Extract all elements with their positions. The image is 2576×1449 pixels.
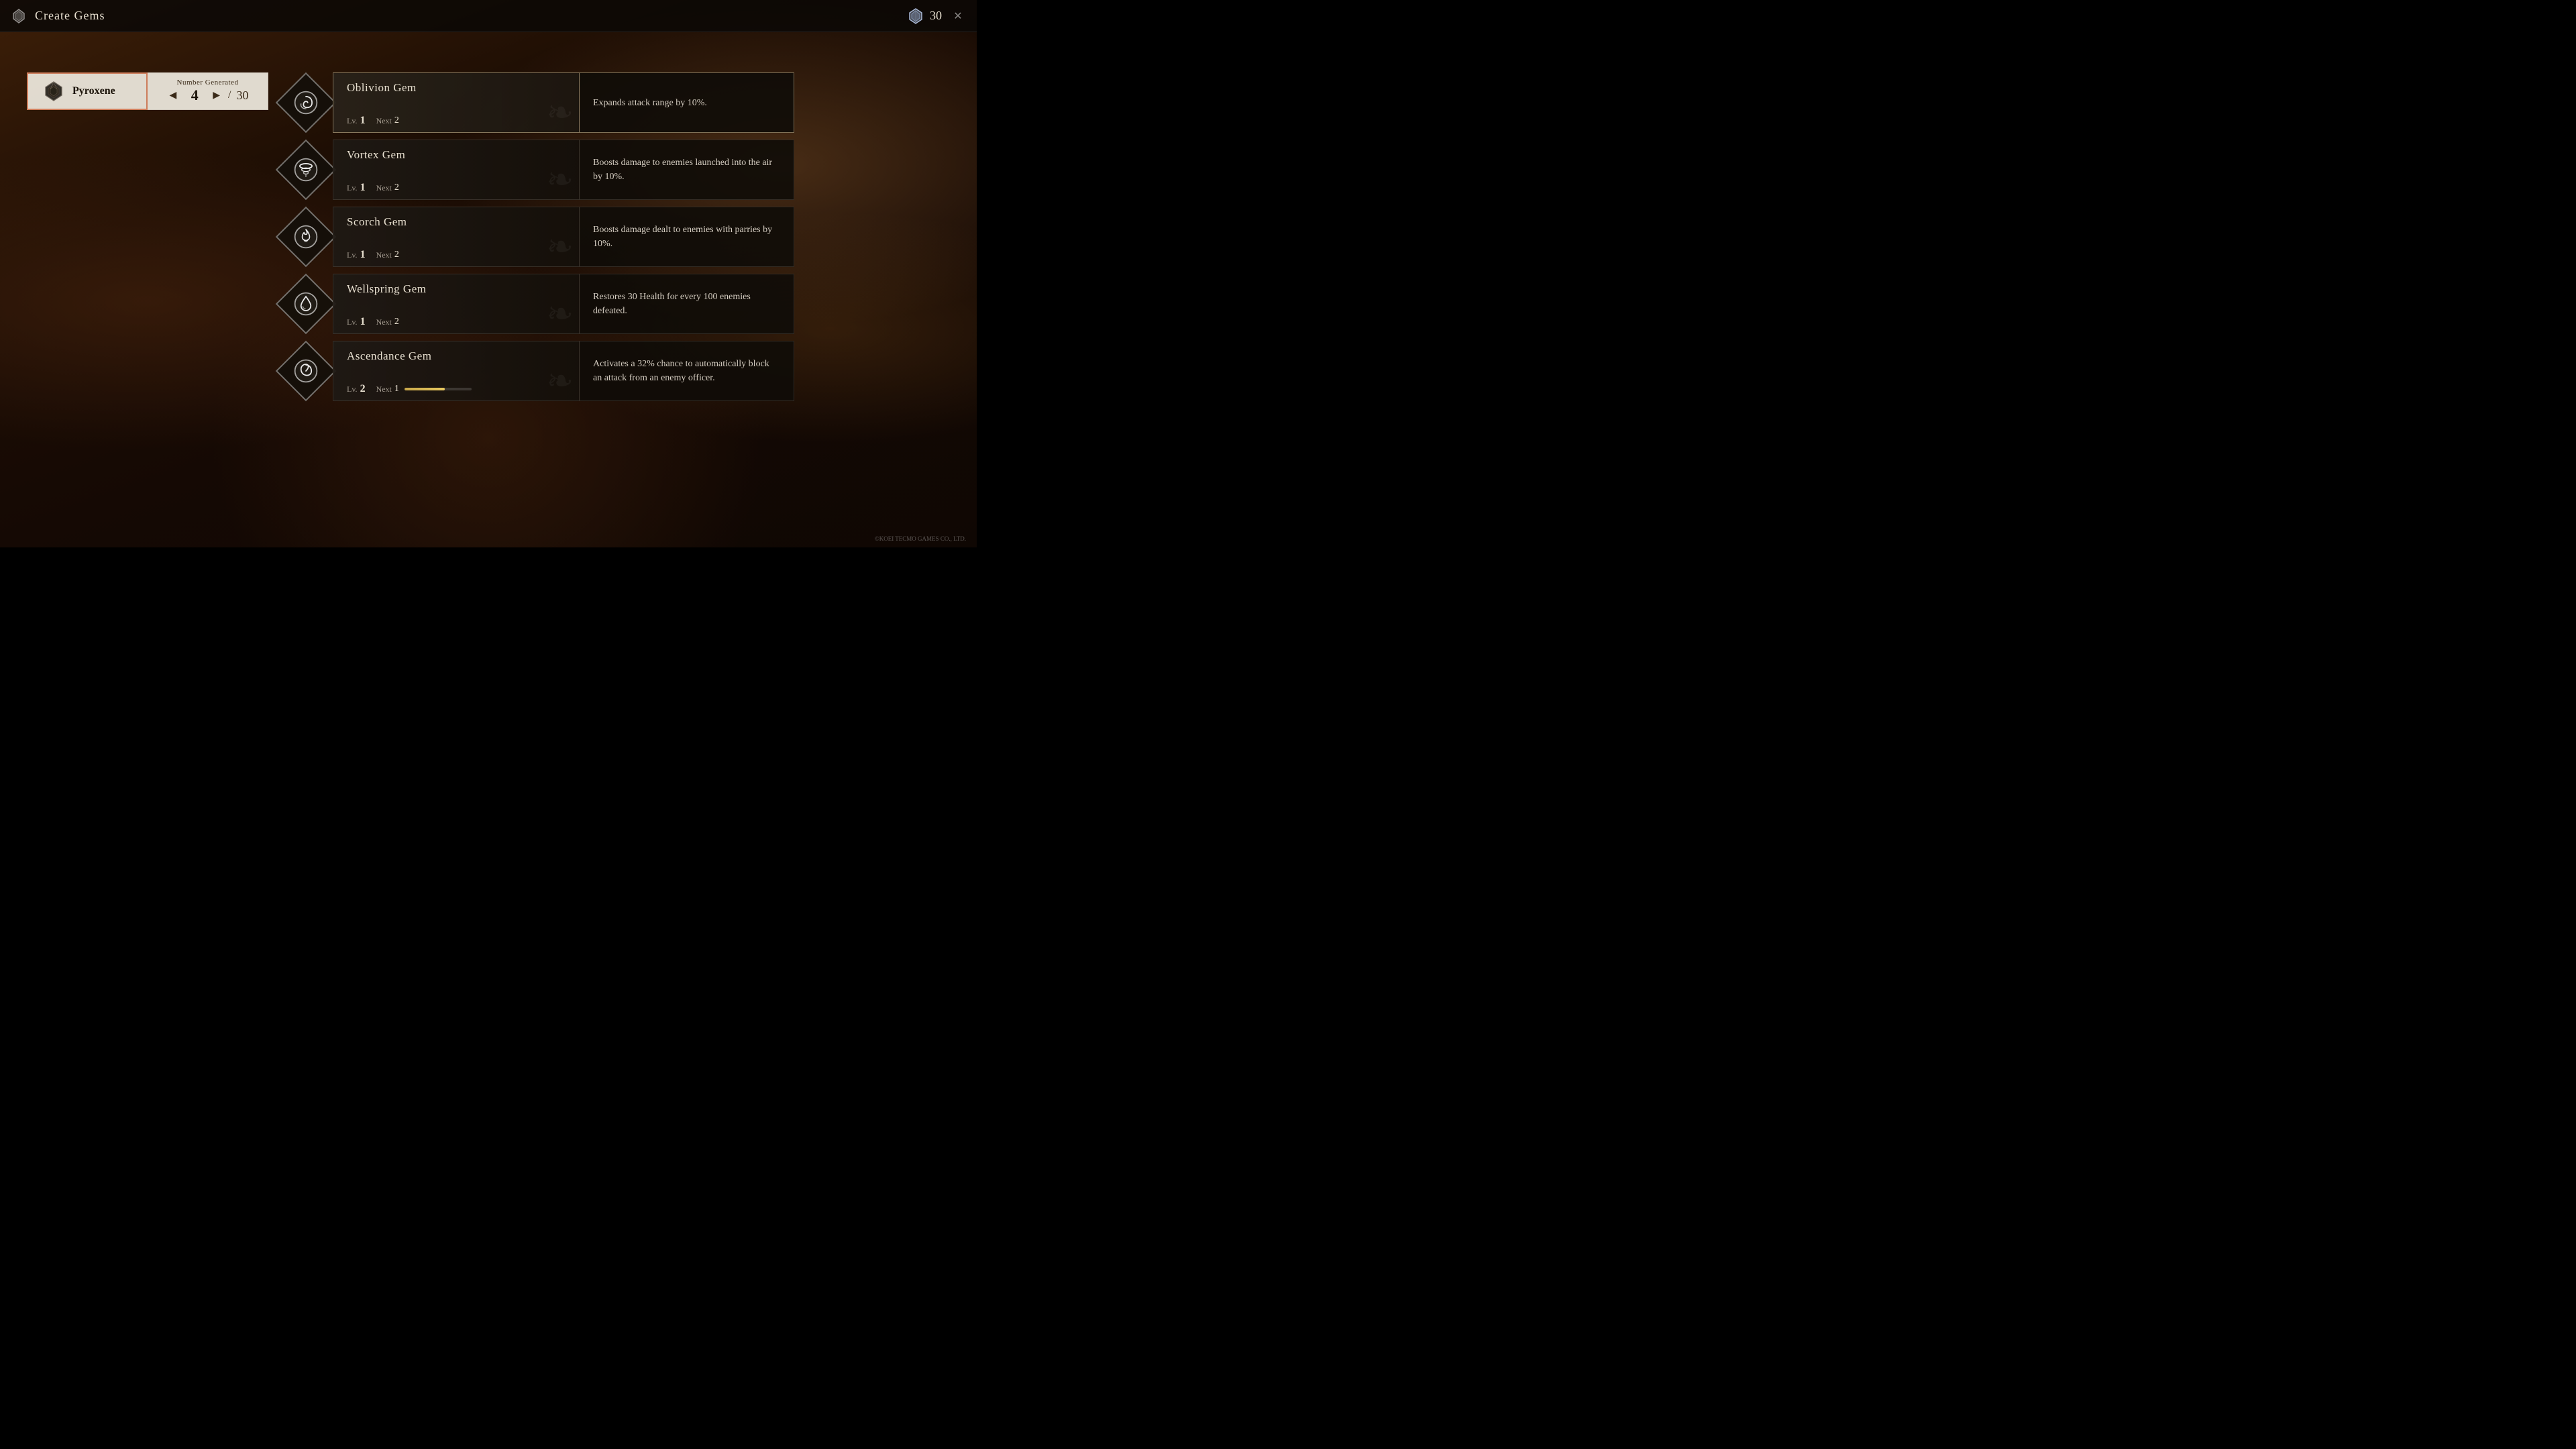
gem-description-0: Expands attack range by 10%. <box>593 96 707 110</box>
gem-progress-fill-4 <box>405 388 445 390</box>
gem-next-val-4: 1 <box>394 384 399 394</box>
topbar-right: 30 ✕ <box>907 7 966 25</box>
gem-level-label-3: Lv. <box>347 317 358 327</box>
gem-next-label-4: Next <box>376 384 392 394</box>
page-title: Create Gems <box>35 9 105 23</box>
gem-type-box[interactable]: Pyroxene <box>27 72 148 110</box>
gem-main-panel-3: Wellspring Gem Lv. 1 Next 2 ❧ <box>333 274 580 334</box>
gem-next-val-0: 2 <box>394 115 399 126</box>
gem-level-val-0: 1 <box>360 115 366 127</box>
gem-level-val-2: 1 <box>360 249 366 261</box>
gem-level-label-4: Lv. <box>347 384 358 394</box>
number-controls: ◀ 4 ▶ / 30 <box>166 87 248 104</box>
currency-value: 30 <box>930 9 942 23</box>
gem-description-2: Boosts damage dealt to enemies with parr… <box>593 223 780 251</box>
copyright: ©KOEI TECMO GAMES CO., LTD. <box>875 535 966 542</box>
gem-level-label-1: Lv. <box>347 183 358 193</box>
gem-desc-panel-2: Boosts damage dealt to enemies with parr… <box>580 207 794 267</box>
close-button[interactable]: ✕ <box>950 8 966 24</box>
topbar-gem-icon <box>11 8 27 24</box>
gem-main-panel-0: Oblivion Gem Lv. 1 Next 2 ❧ <box>333 72 580 133</box>
gem-row[interactable]: Wellspring Gem Lv. 1 Next 2 ❧ Restores 3… <box>284 274 794 334</box>
gem-name-4: Ascendance Gem <box>347 350 566 363</box>
gem-row[interactable]: Oblivion Gem Lv. 1 Next 2 ❧ Expands atta… <box>284 72 794 133</box>
gem-description-4: Activates a 32% chance to automatically … <box>593 357 780 385</box>
pyroxene-icon <box>42 80 66 102</box>
gem-row[interactable]: Vortex Gem Lv. 1 Next 2 ❧ Boosts damage … <box>284 140 794 200</box>
increment-button[interactable]: ▶ <box>210 89 223 103</box>
gem-level-label-0: Lv. <box>347 116 358 126</box>
gem-level-val-1: 1 <box>360 182 366 194</box>
gem-icon-diamond-4 <box>279 344 333 398</box>
gem-next-label-1: Next <box>376 183 392 193</box>
gem-footer-1: Lv. 1 Next 2 <box>347 182 566 194</box>
gem-next-label-2: Next <box>376 250 392 260</box>
gem-icon-diamond-1 <box>279 143 333 197</box>
topbar: Create Gems 30 ✕ <box>0 0 977 32</box>
gem-name-2: Scorch Gem <box>347 215 566 229</box>
gem-icon-inner <box>292 89 319 116</box>
gem-level-val-4: 2 <box>360 383 366 395</box>
left-panel: Pyroxene Number Generated ◀ 4 ▶ / 30 <box>27 72 268 110</box>
gem-name-1: Vortex Gem <box>347 148 566 162</box>
gem-footer-0: Lv. 1 Next 2 <box>347 115 566 127</box>
gem-main-panel-1: Vortex Gem Lv. 1 Next 2 ❧ <box>333 140 580 200</box>
number-generated-box: Number Generated ◀ 4 ▶ / 30 <box>148 72 268 110</box>
gem-desc-panel-0: Expands attack range by 10%. <box>580 72 794 133</box>
gem-next-val-2: 2 <box>394 250 399 260</box>
gem-row[interactable]: Ascendance Gem Lv. 2 Next 1 ❧ Activates … <box>284 341 794 401</box>
number-generated-label: Number Generated <box>177 78 239 87</box>
gem-desc-panel-3: Restores 30 Health for every 100 enemies… <box>580 274 794 334</box>
gem-name-3: Wellspring Gem <box>347 282 566 296</box>
gem-main-panel-2: Scorch Gem Lv. 1 Next 2 ❧ <box>333 207 580 267</box>
gem-next-label-0: Next <box>376 116 392 126</box>
gem-progress-bar-4 <box>405 388 472 390</box>
gem-icon-inner <box>292 156 319 183</box>
gem-level-val-3: 1 <box>360 316 366 328</box>
gem-desc-panel-1: Boosts damage to enemies launched into t… <box>580 140 794 200</box>
gem-icon-diamond-3 <box>279 277 333 331</box>
gem-description-3: Restores 30 Health for every 100 enemies… <box>593 290 780 318</box>
gem-icon-diamond-0 <box>279 76 333 129</box>
gem-footer-4: Lv. 2 Next 1 <box>347 383 566 395</box>
gem-icon-diamond-2 <box>279 210 333 264</box>
current-number: 4 <box>184 87 205 104</box>
gem-next-val-3: 2 <box>394 317 399 327</box>
gem-row[interactable]: Scorch Gem Lv. 1 Next 2 ❧ Boosts damage … <box>284 207 794 267</box>
gem-type-label: Pyroxene <box>72 85 115 97</box>
max-number: 30 <box>237 89 249 103</box>
gem-description-1: Boosts damage to enemies launched into t… <box>593 156 780 184</box>
currency-display: 30 <box>907 7 942 25</box>
gem-footer-3: Lv. 1 Next 2 <box>347 316 566 328</box>
gem-selector: Pyroxene Number Generated ◀ 4 ▶ / 30 <box>27 72 268 110</box>
decrement-button[interactable]: ◀ <box>166 89 179 103</box>
gem-main-panel-4: Ascendance Gem Lv. 2 Next 1 ❧ <box>333 341 580 401</box>
separator: / <box>228 89 231 101</box>
gem-next-val-1: 2 <box>394 182 399 193</box>
currency-icon <box>907 7 924 25</box>
topbar-left: Create Gems <box>11 8 105 24</box>
gem-list: Oblivion Gem Lv. 1 Next 2 ❧ Expands atta… <box>284 72 794 401</box>
gem-icon-inner <box>292 290 319 317</box>
gem-footer-2: Lv. 1 Next 2 <box>347 249 566 261</box>
gem-icon-inner <box>292 358 319 384</box>
gem-level-label-2: Lv. <box>347 250 358 260</box>
gem-next-label-3: Next <box>376 317 392 327</box>
gem-name-0: Oblivion Gem <box>347 81 566 95</box>
main-content: Pyroxene Number Generated ◀ 4 ▶ / 30 <box>0 32 977 547</box>
gem-desc-panel-4: Activates a 32% chance to automatically … <box>580 341 794 401</box>
gem-icon-inner <box>292 223 319 250</box>
